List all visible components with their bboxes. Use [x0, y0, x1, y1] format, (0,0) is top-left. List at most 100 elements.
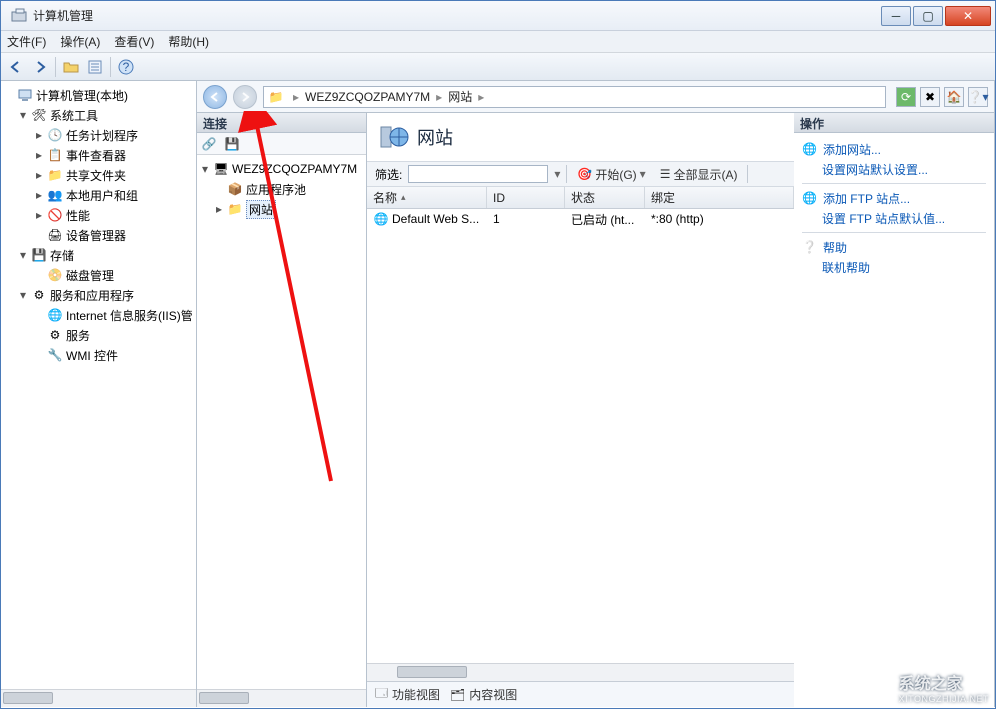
collapse-icon[interactable]: ▾ — [199, 163, 211, 175]
maximize-button[interactable]: ▢ — [913, 6, 943, 26]
conn-host[interactable]: ▾ 🖥 WEZ9ZCQOZPAMY7M — [199, 159, 364, 179]
tools-icon: 🛠 — [31, 107, 47, 123]
folder-icon[interactable] — [62, 58, 80, 76]
device-icon: 🖨 — [47, 227, 63, 243]
menu-file[interactable]: 文件(F) — [7, 33, 46, 50]
expand-icon[interactable]: ▸ — [33, 129, 45, 141]
tree-label: 应用程序池 — [246, 181, 306, 198]
col-id[interactable]: ID — [487, 187, 565, 208]
perf-icon: 🚫 — [47, 207, 63, 223]
nav-back-button[interactable] — [203, 85, 227, 109]
stop-icon[interactable]: ✖ — [920, 87, 940, 107]
help-icon[interactable]: ? — [117, 58, 135, 76]
cell-id: 1 — [487, 210, 565, 228]
tree-label: 服务和应用程序 — [50, 287, 134, 304]
menu-help[interactable]: 帮助(H) — [168, 33, 209, 50]
tree-label: 设备管理器 — [66, 227, 126, 244]
conn-app-pools[interactable]: 📦 应用程序池 — [199, 179, 364, 199]
help-dropdown-icon[interactable]: ❔▾ — [968, 87, 988, 107]
tree-services[interactable]: ⚙ 服务 — [3, 325, 194, 345]
tree-device-manager[interactable]: 🖨 设备管理器 — [3, 225, 194, 245]
tree-label: 系统工具 — [50, 107, 98, 124]
properties-icon[interactable] — [86, 58, 104, 76]
expand-icon[interactable]: ▸ — [33, 149, 45, 161]
col-state[interactable]: 状态 — [565, 187, 645, 208]
event-icon: 📋 — [47, 147, 63, 163]
connections-toolbar: 🔗 💾 — [197, 133, 366, 155]
storage-icon: 💾 — [31, 247, 47, 263]
globe-icon: 🌐 — [373, 211, 389, 227]
tree-label: 性能 — [66, 207, 90, 224]
menu-view[interactable]: 查看(V) — [114, 33, 154, 50]
cell-bind: *:80 (http) — [645, 210, 794, 228]
content-pane: 网站 筛选: ▾ 🎯 开始(G) ▾ ☰ 全部显示(A) — [367, 113, 794, 707]
tree-event-viewer[interactable]: ▸ 📋 事件查看器 — [3, 145, 194, 165]
action-ftp-defaults[interactable]: 设置 FTP 站点默认值... — [802, 208, 986, 228]
tree-storage[interactable]: ▾ 💾 存储 — [3, 245, 194, 265]
col-name[interactable]: 名称 — [367, 187, 487, 208]
col-bind[interactable]: 绑定 — [645, 187, 794, 208]
tree-iis[interactable]: 🌐 Internet 信息服务(IIS)管 — [3, 305, 194, 325]
expand-icon[interactable]: ▸ — [33, 169, 45, 181]
collapse-icon[interactable]: ▾ — [17, 109, 29, 121]
forward-icon[interactable] — [31, 58, 49, 76]
collapse-icon[interactable]: ▾ — [17, 289, 29, 301]
horizontal-scrollbar[interactable] — [1, 689, 196, 707]
connect-icon[interactable]: 🔗 — [201, 136, 217, 152]
tree-label: 共享文件夹 — [66, 167, 126, 184]
action-help[interactable]: ❔帮助 — [802, 237, 986, 257]
tree-local-users[interactable]: ▸ 👥 本地用户和组 — [3, 185, 194, 205]
toolbar-separator — [110, 57, 111, 77]
horizontal-scrollbar[interactable] — [367, 663, 794, 681]
connections-header: 连接 — [197, 113, 366, 133]
expand-icon[interactable]: ▸ — [213, 203, 225, 215]
filter-input[interactable] — [408, 165, 548, 183]
tree-disk-mgmt[interactable]: 📀 磁盘管理 — [3, 265, 194, 285]
tab-content-view[interactable]: 🗂内容视图 — [450, 686, 517, 703]
conn-sites[interactable]: ▸ 📁 网站 — [199, 199, 364, 219]
home-icon[interactable]: 🏠 — [944, 87, 964, 107]
breadcrumb-host[interactable]: WEZ9ZCQOZPAMY7M — [305, 90, 430, 104]
services-apps-icon: ⚙ — [31, 287, 47, 303]
grid-body: 🌐Default Web S... 1 已启动 (ht... *:80 (htt… — [367, 209, 794, 663]
expand-icon[interactable]: ▸ — [33, 209, 45, 221]
save-icon[interactable]: 💾 — [224, 136, 240, 152]
tree-services-apps[interactable]: ▾ ⚙ 服务和应用程序 — [3, 285, 194, 305]
show-all-button[interactable]: ☰ 全部显示(A) — [656, 165, 742, 184]
action-online-help[interactable]: 联机帮助 — [802, 257, 986, 277]
breadcrumb[interactable]: 📁 ▸ WEZ9ZCQOZPAMY7M ▸ 网站 ▸ — [263, 86, 886, 108]
actions-header: 操作 — [794, 113, 994, 133]
tab-features-view[interactable]: 🗔功能视图 — [375, 684, 440, 705]
actions-pane: 操作 🌐添加网站... 设置网站默认设置... 🌐添加 FTP 站点... 设置… — [794, 113, 994, 707]
close-button[interactable]: ✕ — [945, 6, 991, 26]
horizontal-scrollbar[interactable] — [197, 689, 366, 707]
tree-label: 服务 — [66, 327, 90, 344]
collapse-icon[interactable]: ▾ — [17, 249, 29, 261]
menu-action[interactable]: 操作(A) — [60, 33, 100, 50]
tree-root[interactable]: 计算机管理(本地) — [3, 85, 194, 105]
tree-task-scheduler[interactable]: ▸ 🕓 任务计划程序 — [3, 125, 194, 145]
computer-icon — [17, 87, 33, 103]
breadcrumb-section[interactable]: 网站 — [448, 88, 472, 105]
breadcrumb-separator: ▸ — [436, 90, 442, 104]
app-icon — [11, 8, 27, 24]
expand-icon[interactable]: ▸ — [33, 189, 45, 201]
tree-shared-folders[interactable]: ▸ 📁 共享文件夹 — [3, 165, 194, 185]
minimize-button[interactable]: ─ — [881, 6, 911, 26]
go-button[interactable]: 🎯 开始(G) ▾ — [573, 165, 649, 184]
action-add-site[interactable]: 🌐添加网站... — [802, 139, 986, 159]
refresh-icon[interactable]: ⟳ — [896, 87, 916, 107]
nav-forward-button[interactable] — [233, 85, 257, 109]
folder-icon: 📁 — [268, 89, 284, 105]
action-add-ftp[interactable]: 🌐添加 FTP 站点... — [802, 188, 986, 208]
back-icon[interactable] — [7, 58, 25, 76]
server-icon: 🖥 — [213, 161, 229, 177]
action-separator — [802, 232, 986, 233]
cell-name: Default Web S... — [392, 212, 479, 226]
tree-system-tools[interactable]: ▾ 🛠 系统工具 — [3, 105, 194, 125]
tree-performance[interactable]: ▸ 🚫 性能 — [3, 205, 194, 225]
table-row[interactable]: 🌐Default Web S... 1 已启动 (ht... *:80 (htt… — [367, 209, 794, 229]
action-site-defaults[interactable]: 设置网站默认设置... — [802, 159, 986, 179]
tree-wmi[interactable]: 🔧 WMI 控件 — [3, 345, 194, 365]
tree-label: WEZ9ZCQOZPAMY7M — [232, 162, 357, 176]
